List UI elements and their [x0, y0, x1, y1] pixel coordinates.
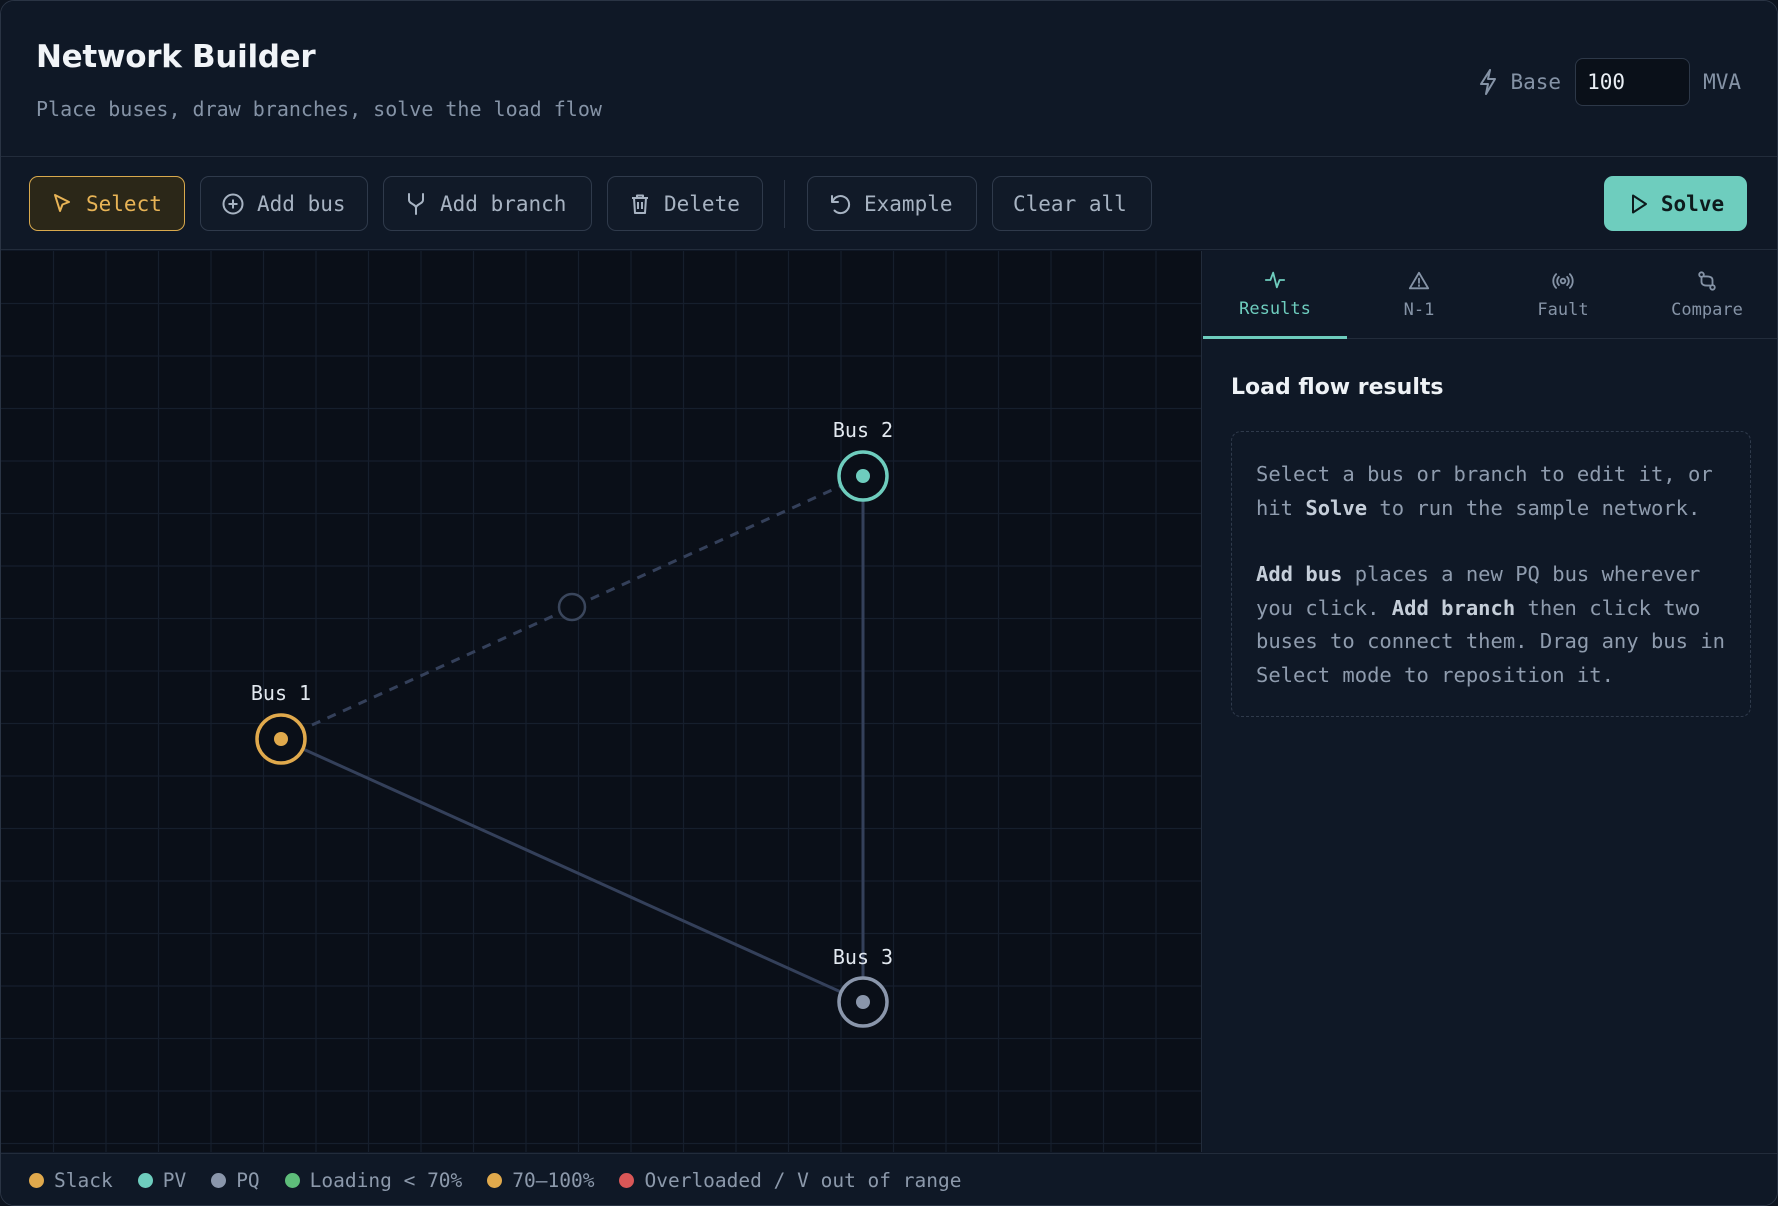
play-icon [1631, 194, 1647, 213]
legend-item-loading-mid: 70–100% [487, 1169, 594, 1192]
legend-dot [29, 1173, 44, 1188]
bolt-icon [1480, 69, 1497, 95]
bus-2-node[interactable] [837, 450, 889, 502]
legend-dot [619, 1173, 635, 1188]
cursor-icon [54, 193, 70, 212]
toolbar: Select Add bus Add branch Delete Example… [1, 158, 1777, 250]
bus-2-label: Bus 2 [832, 418, 894, 442]
legend-label: PV [162, 1169, 187, 1192]
branch-icon [408, 192, 424, 215]
results-title: Load flow results [1231, 375, 1444, 400]
legend-label: Overloaded / V out of range [644, 1169, 962, 1192]
example-button[interactable]: Example [807, 176, 977, 231]
panel-tabs: Results N-1 Fault Compare [1203, 251, 1777, 339]
select-tool-label: Select [86, 191, 162, 216]
legend-label: 70–100% [512, 1169, 595, 1192]
clear-all-label: Clear all [1013, 191, 1127, 216]
legend-item-pq: PQ [211, 1169, 260, 1192]
legend-item-pv: PV [137, 1169, 187, 1192]
add-branch-button[interactable]: Add branch [383, 176, 592, 231]
tab-results-label: Results [1239, 298, 1311, 319]
tab-compare-label: Compare [1671, 300, 1743, 320]
warning-triangle-icon [1408, 271, 1430, 290]
delete-button[interactable]: Delete [607, 176, 763, 231]
network-builder-window: Network Builder Place buses, draw branch… [0, 0, 1778, 1206]
base-mva-control: Base MVA [1478, 58, 1741, 106]
legend-dot [137, 1173, 153, 1188]
legend-dot [284, 1173, 300, 1188]
bus-3-label: Bus 3 [832, 945, 894, 969]
help-hint-box: Select a bus or branch to edit it, or hi… [1231, 431, 1751, 717]
legend-dot [211, 1173, 227, 1188]
hint-add-branch-keyword: Add branch [1391, 595, 1516, 620]
trash-icon [632, 194, 648, 214]
legend-bar: Slack PV PQ Loading < 70% 70–100% Overlo… [1, 1153, 1777, 1205]
legend-item-overloaded: Overloaded / V out of range [619, 1169, 961, 1192]
hint-paragraph-2: Add bus places a new PQ bus wherever you… [1256, 558, 1726, 692]
bus-3-node[interactable] [837, 976, 889, 1028]
legend-dot [487, 1173, 503, 1188]
page-subtitle: Place buses, draw branches, solve the lo… [36, 97, 602, 121]
example-label: Example [864, 191, 953, 216]
hint-paragraph-1: Select a bus or branch to edit it, or hi… [1256, 458, 1726, 525]
add-branch-label: Add branch [440, 191, 567, 216]
legend-label: Slack [54, 1169, 113, 1192]
rotate-ccw-icon [831, 194, 851, 214]
activity-icon [1264, 271, 1286, 288]
tab-n-1[interactable]: N-1 [1347, 251, 1491, 339]
hint-text: to run the sample network. [1367, 495, 1701, 520]
base-unit: MVA [1703, 70, 1741, 94]
branch-bus1-bus3[interactable] [280, 737, 864, 1004]
hint-solve-keyword: Solve [1305, 495, 1368, 520]
add-bus-button[interactable]: Add bus [200, 176, 368, 231]
solve-label: Solve [1660, 191, 1725, 216]
clear-all-button[interactable]: Clear all [992, 176, 1152, 231]
base-label: Base [1510, 70, 1562, 94]
base-mva-input[interactable] [1575, 58, 1691, 106]
legend-item-slack: Slack [29, 1169, 113, 1192]
solve-button[interactable]: Solve [1604, 176, 1747, 231]
page-title: Network Builder [36, 39, 316, 75]
select-tool-button[interactable]: Select [29, 176, 185, 231]
delete-label: Delete [664, 191, 740, 216]
branch-midpoint-handle[interactable] [557, 592, 587, 622]
plus-circle-icon [222, 193, 244, 214]
bus-1-label: Bus 1 [250, 681, 312, 705]
tab-fault-label: Fault [1537, 300, 1589, 320]
legend-item-loading-low: Loading < 70% [284, 1169, 463, 1192]
tab-n-1-label: N-1 [1403, 300, 1435, 320]
tab-results[interactable]: Results [1203, 251, 1347, 339]
hint-add-bus-keyword: Add bus [1256, 562, 1343, 586]
network-canvas[interactable]: Bus 1 Bus 2 Bus 3 [1, 251, 1202, 1152]
broadcast-icon [1552, 273, 1574, 289]
header: Network Builder Place buses, draw branch… [1, 1, 1777, 157]
tab-compare[interactable]: Compare [1635, 251, 1777, 339]
toolbar-separator [784, 180, 785, 228]
git-compare-icon [1698, 271, 1716, 291]
legend-label: PQ [236, 1169, 260, 1192]
side-panel: Results N-1 Fault Compare Load flow resu… [1203, 251, 1777, 1152]
bus-1-node[interactable] [255, 713, 307, 765]
legend-label: Loading < 70% [309, 1169, 463, 1192]
network-diagram [255, 450, 889, 1028]
tab-fault[interactable]: Fault [1491, 251, 1635, 339]
add-bus-label: Add bus [257, 191, 346, 216]
